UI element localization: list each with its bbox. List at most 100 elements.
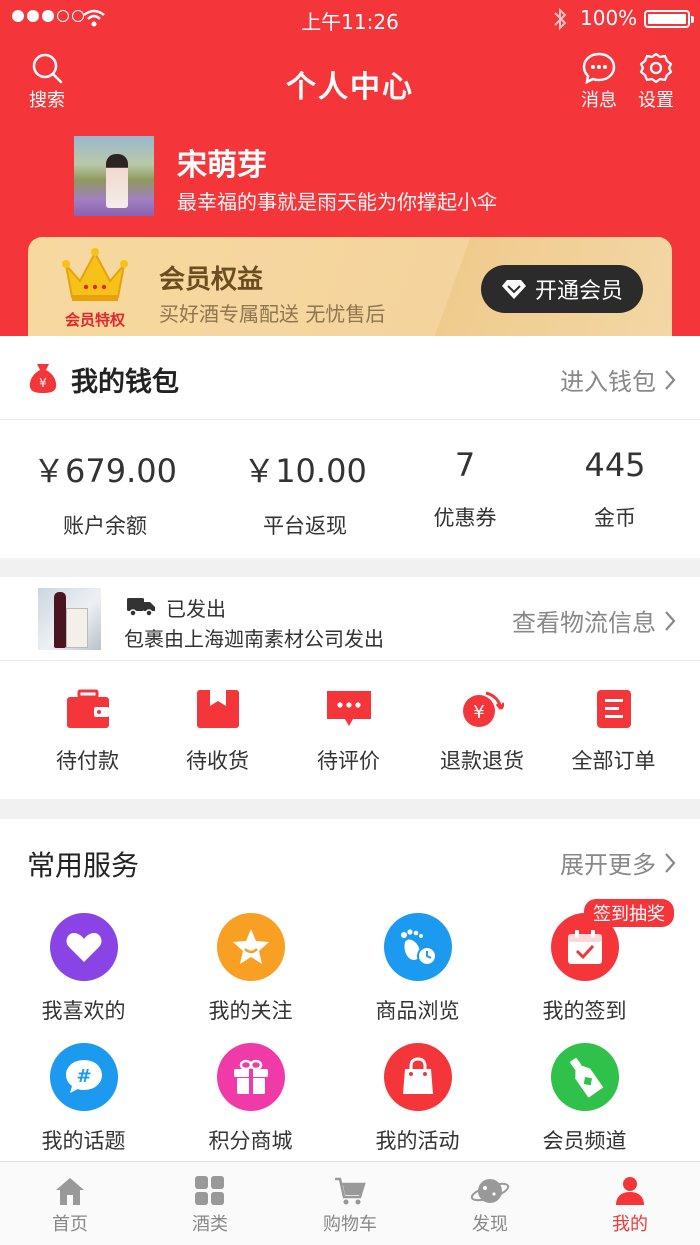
- cart-icon: [335, 1177, 366, 1205]
- grid-icon: [195, 1176, 224, 1205]
- vip-subtitle: 买好酒专属配送 无忧售后: [159, 302, 386, 326]
- tab-liquor[interactable]: 酒类: [140, 1162, 280, 1245]
- truck-icon: [127, 598, 155, 617]
- messages-label: 消息: [581, 90, 617, 111]
- service-label: 我的话题: [41, 1129, 126, 1153]
- tab-home[interactable]: 首页: [0, 1162, 140, 1245]
- service-topics[interactable]: # 我的话题: [0, 1043, 167, 1173]
- planet-icon: [470, 1179, 510, 1203]
- settings-label: 设置: [638, 90, 674, 111]
- stat-label: 优惠券: [433, 506, 497, 530]
- wallet-title: 我的钱包: [71, 367, 179, 398]
- order-pending-review[interactable]: 待评价: [260, 689, 437, 775]
- service-activities[interactable]: 我的活动: [334, 1043, 501, 1173]
- order-refund[interactable]: ¥ 退款退货: [437, 689, 527, 775]
- status-bar: 上午11:26 100%: [0, 6, 700, 34]
- service-following[interactable]: 我的关注: [167, 913, 334, 1043]
- service-browse-history[interactable]: 商品浏览: [334, 913, 501, 1043]
- svg-text:¥: ¥: [39, 376, 47, 390]
- hashtag-chat-icon: #: [49, 1043, 118, 1111]
- view-logistics-label: 查看物流信息: [512, 609, 656, 637]
- shipping-notice[interactable]: 已发出 包裹由上海迦南素材公司发出 查看物流信息: [0, 577, 700, 661]
- service-label: 积分商城: [208, 1129, 293, 1153]
- open-vip-label: 开通会员: [534, 279, 623, 304]
- tab-label: 购物车: [323, 1214, 377, 1235]
- order-label: 待评价: [317, 749, 380, 773]
- user-name: 宋萌芽: [177, 148, 267, 183]
- check-in-lottery-badge: 签到抽奖: [584, 899, 674, 927]
- user-profile[interactable]: 宋萌芽 最幸福的事就是雨天能为你撑起小伞: [74, 136, 674, 218]
- profile-header: 上午11:26 100% 搜索 个人中心 消息 设置 宋萌芽 最幸福的事就是雨天…: [0, 0, 700, 336]
- tab-cart[interactable]: 购物车: [280, 1162, 420, 1245]
- view-logistics-link[interactable]: 查看物流信息: [512, 603, 676, 638]
- service-label: 会员频道: [542, 1129, 627, 1153]
- shipping-description: 包裹由上海迦南素材公司发出: [124, 627, 384, 651]
- tab-label: 首页: [52, 1214, 88, 1235]
- order-all[interactable]: 全部订单: [527, 689, 700, 775]
- vip-benefits-card[interactable]: 会员特权 会员权益 买好酒专属配送 无忧售后 开通会员: [28, 237, 672, 336]
- product-thumbnail: [38, 588, 101, 650]
- shipping-status: 已发出: [166, 597, 226, 621]
- stat-label: 金币: [594, 506, 636, 530]
- bluetooth-icon: [554, 7, 567, 31]
- stat-label: 账户余额: [63, 514, 147, 538]
- shopping-bag-icon: [383, 1043, 452, 1111]
- star-icon: [216, 913, 285, 981]
- settings-button[interactable]: 设置: [631, 52, 681, 112]
- svg-text:#: #: [76, 1066, 91, 1087]
- stat-value: 7: [454, 446, 476, 484]
- person-icon: [616, 1177, 644, 1205]
- service-favorites[interactable]: 我喜欢的: [0, 913, 167, 1043]
- wine-bottle-icon: [550, 1043, 619, 1111]
- services-grid: 我喜欢的 我的关注 商品浏览 签到抽奖 我的签到 # 我的话题 积分商城 我的活…: [0, 899, 700, 1173]
- service-member-channel[interactable]: 会员频道: [501, 1043, 668, 1173]
- battery-icon: [644, 10, 694, 28]
- order-pending-payment[interactable]: 待付款: [0, 689, 175, 775]
- svg-text:¥: ¥: [473, 702, 484, 723]
- services-card: 常用服务 展开更多 我喜欢的 我的关注 商品浏览 签到抽奖 我的签到 # 我的话…: [0, 819, 700, 1161]
- chevron-right-icon: [665, 852, 676, 873]
- stat-cashback[interactable]: ￥10.00 平台返现: [210, 446, 400, 540]
- orders-card: 已发出 包裹由上海迦南素材公司发出 查看物流信息 待付款 待收货 待评价 ¥ 退…: [0, 577, 700, 799]
- diamond-icon: [501, 280, 526, 299]
- heart-icon: [49, 913, 118, 981]
- service-points-mall[interactable]: 积分商城: [167, 1043, 334, 1173]
- vip-crown-badge: 会员特权: [58, 247, 132, 329]
- wallet-card: ¥ 我的钱包 进入钱包 ￥679.00 账户余额 ￥10.00 平台返现 7 优…: [0, 336, 700, 558]
- comment-icon: [326, 691, 371, 726]
- order-list-icon: [596, 690, 631, 728]
- expand-more-link[interactable]: 展开更多: [560, 845, 676, 880]
- package-icon: [196, 690, 239, 728]
- stat-balance[interactable]: ￥679.00 账户余额: [0, 446, 210, 540]
- enter-wallet-link[interactable]: 进入钱包: [560, 362, 676, 397]
- user-motto: 最幸福的事就是雨天能为你撑起小伞: [177, 190, 497, 214]
- footprint-icon: [383, 913, 452, 981]
- open-vip-button[interactable]: 开通会员: [481, 265, 643, 313]
- wallet-header[interactable]: ¥ 我的钱包 进入钱包: [0, 336, 700, 420]
- service-check-in[interactable]: 签到抽奖 我的签到: [501, 899, 674, 1043]
- service-label: 我的关注: [208, 999, 293, 1023]
- order-pending-receipt[interactable]: 待收货: [175, 689, 260, 775]
- service-label: 我的活动: [375, 1129, 460, 1153]
- avatar[interactable]: [74, 136, 154, 216]
- messages-button[interactable]: 消息: [574, 52, 624, 112]
- tab-label: 发现: [472, 1214, 508, 1235]
- service-label: 我的签到: [542, 999, 627, 1023]
- battery-percent: 100%: [580, 6, 638, 30]
- vip-badge-caption: 会员特权: [64, 311, 125, 329]
- tab-mine[interactable]: 我的: [560, 1162, 700, 1245]
- stat-coins[interactable]: 445 金币: [530, 446, 700, 540]
- stat-value: ￥10.00: [243, 452, 367, 490]
- chevron-right-icon: [665, 610, 676, 631]
- gift-icon: [216, 1043, 285, 1111]
- stat-label: 平台返现: [263, 514, 347, 538]
- stat-value: ￥679.00: [33, 452, 177, 490]
- service-label: 我喜欢的: [41, 999, 126, 1023]
- stat-coupons[interactable]: 7 优惠券: [400, 446, 530, 540]
- vip-title: 会员权益: [159, 265, 264, 295]
- tab-label: 我的: [612, 1214, 648, 1235]
- chat-bubble-icon: [582, 52, 616, 84]
- tab-discover[interactable]: 发现: [420, 1162, 560, 1245]
- order-label: 全部订单: [571, 749, 656, 773]
- service-label: 商品浏览: [375, 999, 460, 1023]
